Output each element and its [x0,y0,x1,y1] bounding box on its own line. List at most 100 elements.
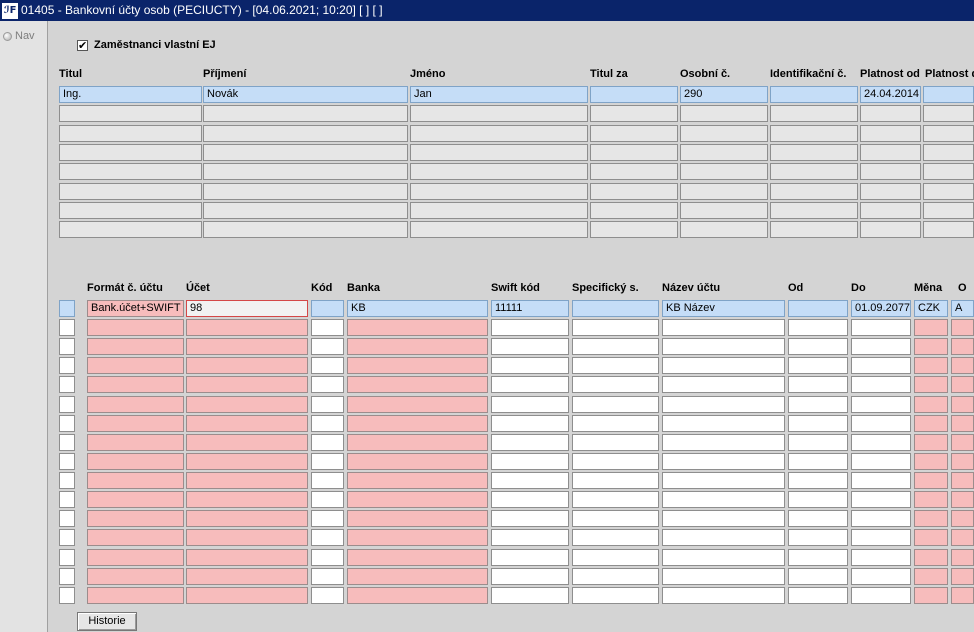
account-specific-symbol-cell[interactable] [572,510,659,527]
account-account-number-cell[interactable] [186,549,308,566]
person-first-name-cell[interactable] [410,125,588,142]
account-specific-symbol-cell[interactable] [572,549,659,566]
account-other-cell[interactable]: A [951,300,974,317]
person-title-cell[interactable] [59,221,202,238]
person-valid-to-cell[interactable] [923,202,974,219]
person-valid-from-cell[interactable] [860,183,921,200]
person-surname-cell[interactable] [203,163,408,180]
account-bank-code-cell[interactable] [311,510,344,527]
account-account-format-cell[interactable] [87,376,184,393]
account-currency-cell[interactable] [914,472,948,489]
person-first-name-cell[interactable] [410,221,588,238]
person-identification-number-cell[interactable] [770,125,858,142]
account-swift-code-cell[interactable] [491,338,569,355]
account-bank-cell[interactable] [347,587,488,604]
account-account-format-cell[interactable] [87,549,184,566]
account-account-number-cell[interactable] [186,338,308,355]
person-first-name-cell[interactable]: Jan [410,86,588,103]
person-first-name-cell[interactable] [410,144,588,161]
account-valid-to-cell[interactable] [851,415,911,432]
account-specific-symbol-cell[interactable] [572,587,659,604]
account-valid-from-cell[interactable] [788,357,848,374]
account-other-cell[interactable] [951,568,974,585]
person-personal-number-cell[interactable] [680,125,768,142]
person-personal-number-cell[interactable] [680,163,768,180]
account-valid-to-cell[interactable] [851,491,911,508]
account-account-number-cell[interactable] [186,568,308,585]
account-swift-code-cell[interactable] [491,357,569,374]
account-account-number-cell[interactable]: 98 [186,300,308,317]
person-valid-from-cell[interactable] [860,105,921,122]
person-identification-number-cell[interactable] [770,221,858,238]
account-bank-cell[interactable] [347,319,488,336]
account-account-number-cell[interactable] [186,510,308,527]
account-valid-from-cell[interactable] [788,491,848,508]
account-row-selector-cell[interactable] [59,338,75,355]
account-currency-cell[interactable] [914,510,948,527]
account-specific-symbol-cell[interactable] [572,529,659,546]
person-first-name-cell[interactable] [410,202,588,219]
account-bank-cell[interactable] [347,434,488,451]
account-row-selector-cell[interactable] [59,491,75,508]
account-bank-cell[interactable] [347,338,488,355]
person-identification-number-cell[interactable] [770,144,858,161]
account-bank-cell[interactable] [347,549,488,566]
person-valid-to-cell[interactable] [923,105,974,122]
account-bank-cell[interactable] [347,453,488,470]
account-currency-cell[interactable] [914,319,948,336]
account-account-name-cell[interactable] [662,357,785,374]
account-account-format-cell[interactable] [87,396,184,413]
account-other-cell[interactable] [951,510,974,527]
account-bank-code-cell[interactable] [311,357,344,374]
person-surname-cell[interactable] [203,125,408,142]
account-valid-from-cell[interactable] [788,434,848,451]
account-account-name-cell[interactable] [662,491,785,508]
person-title-cell[interactable] [59,125,202,142]
person-valid-from-cell[interactable] [860,202,921,219]
account-bank-code-cell[interactable] [311,472,344,489]
account-account-name-cell[interactable] [662,453,785,470]
account-specific-symbol-cell[interactable] [572,319,659,336]
account-account-number-cell[interactable] [186,472,308,489]
account-currency-cell[interactable] [914,587,948,604]
account-valid-to-cell[interactable] [851,587,911,604]
person-surname-cell[interactable] [203,202,408,219]
account-bank-code-cell[interactable] [311,587,344,604]
account-row-selector-cell[interactable] [59,319,75,336]
account-other-cell[interactable] [951,319,974,336]
account-account-name-cell[interactable] [662,568,785,585]
account-valid-from-cell[interactable] [788,376,848,393]
person-personal-number-cell[interactable] [680,183,768,200]
account-row-selector-cell[interactable] [59,376,75,393]
person-title-after-cell[interactable] [590,221,678,238]
account-row-selector-cell[interactable] [59,357,75,374]
person-identification-number-cell[interactable] [770,202,858,219]
person-title-cell[interactable] [59,105,202,122]
person-identification-number-cell[interactable] [770,183,858,200]
account-valid-to-cell[interactable] [851,319,911,336]
person-valid-to-cell[interactable] [923,86,974,103]
account-valid-to-cell[interactable] [851,529,911,546]
nav-button[interactable]: Nav [3,30,35,42]
person-identification-number-cell[interactable] [770,163,858,180]
account-bank-code-cell[interactable] [311,300,344,317]
account-account-number-cell[interactable] [186,396,308,413]
account-account-number-cell[interactable] [186,357,308,374]
account-other-cell[interactable] [951,529,974,546]
account-valid-to-cell[interactable] [851,396,911,413]
person-surname-cell[interactable] [203,221,408,238]
account-row-selector-cell[interactable] [59,549,75,566]
account-valid-to-cell[interactable] [851,510,911,527]
person-personal-number-cell[interactable] [680,221,768,238]
person-title-after-cell[interactable] [590,202,678,219]
account-bank-code-cell[interactable] [311,529,344,546]
account-bank-cell[interactable] [347,529,488,546]
account-valid-to-cell[interactable] [851,338,911,355]
account-valid-from-cell[interactable] [788,510,848,527]
account-swift-code-cell[interactable]: 11111 [491,300,569,317]
account-bank-code-cell[interactable] [311,396,344,413]
person-personal-number-cell[interactable]: 290 [680,86,768,103]
person-personal-number-cell[interactable] [680,202,768,219]
account-account-format-cell[interactable] [87,319,184,336]
account-valid-to-cell[interactable] [851,568,911,585]
